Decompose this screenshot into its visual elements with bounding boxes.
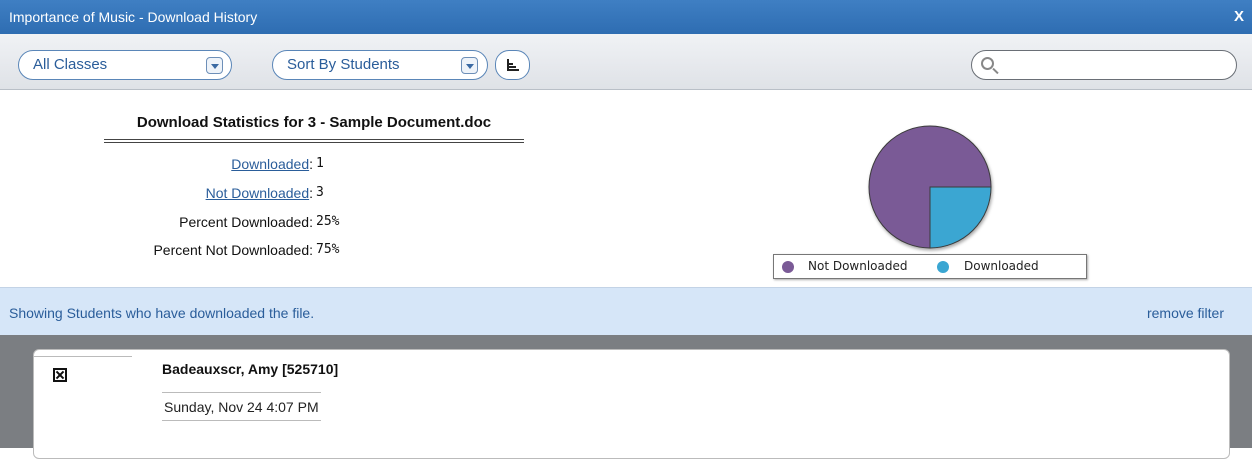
sort-bars-icon xyxy=(507,59,519,71)
download-statistics-panel: Download Statistics for 3 - Sample Docum… xyxy=(0,91,1252,287)
window-title-bar: Importance of Music - Download History X xyxy=(0,0,1252,34)
legend-swatch-not-downloaded xyxy=(782,261,794,273)
filter-bar: Showing Students who have downloaded the… xyxy=(0,287,1252,335)
chevron-down-icon[interactable] xyxy=(206,57,223,74)
download-date: Sunday, Nov 24 4:07 PM xyxy=(162,392,321,421)
legend-label-not-downloaded: Not Downloaded xyxy=(808,259,908,273)
not-downloaded-link[interactable]: Not Downloaded xyxy=(206,185,310,201)
card-divider xyxy=(34,356,132,357)
toolbar: All Classes Sort By Students xyxy=(0,34,1252,90)
student-name: Badeauxscr, Amy [525710] xyxy=(162,361,339,377)
list-item: Badeauxscr, Amy [525710] Sunday, Nov 24 … xyxy=(33,349,1230,459)
legend-label-downloaded: Downloaded xyxy=(964,259,1039,273)
window-title: Importance of Music - Download History xyxy=(9,9,258,25)
pie-slice-downloaded xyxy=(929,186,992,249)
chart-legend: Not Downloaded Downloaded xyxy=(773,254,1087,279)
percent-not-downloaded-value: 75% xyxy=(316,242,340,257)
stats-divider xyxy=(104,139,524,143)
class-filter-value: All Classes xyxy=(33,56,108,73)
percent-downloaded-value: 25% xyxy=(316,214,340,229)
search-icon xyxy=(981,57,994,70)
downloaded-count: 1 xyxy=(316,156,324,171)
close-button[interactable]: X xyxy=(1234,0,1244,34)
search-box[interactable] xyxy=(971,50,1237,80)
sort-dropdown[interactable]: Sort By Students xyxy=(272,50,488,80)
sort-direction-button[interactable] xyxy=(495,50,530,80)
sort-value: Sort By Students xyxy=(287,56,400,73)
class-filter-dropdown[interactable]: All Classes xyxy=(18,50,232,80)
downloaded-link[interactable]: Downloaded xyxy=(231,156,309,172)
not-downloaded-count: 3 xyxy=(316,185,324,200)
search-input[interactable] xyxy=(1002,55,1227,75)
percent-downloaded-label: Percent Downloaded xyxy=(179,214,310,230)
percent-not-downloaded-label: Percent Not Downloaded xyxy=(153,242,310,258)
chevron-down-icon[interactable] xyxy=(461,57,478,74)
stats-title: Download Statistics for 3 - Sample Docum… xyxy=(136,114,492,131)
filter-message: Showing Students who have downloaded the… xyxy=(9,305,315,321)
student-checkbox[interactable] xyxy=(53,368,67,382)
legend-swatch-downloaded xyxy=(937,261,949,273)
remove-filter-link[interactable]: remove filter xyxy=(1147,305,1224,321)
student-list: Badeauxscr, Amy [525710] Sunday, Nov 24 … xyxy=(0,335,1252,459)
download-pie-chart xyxy=(868,125,992,249)
